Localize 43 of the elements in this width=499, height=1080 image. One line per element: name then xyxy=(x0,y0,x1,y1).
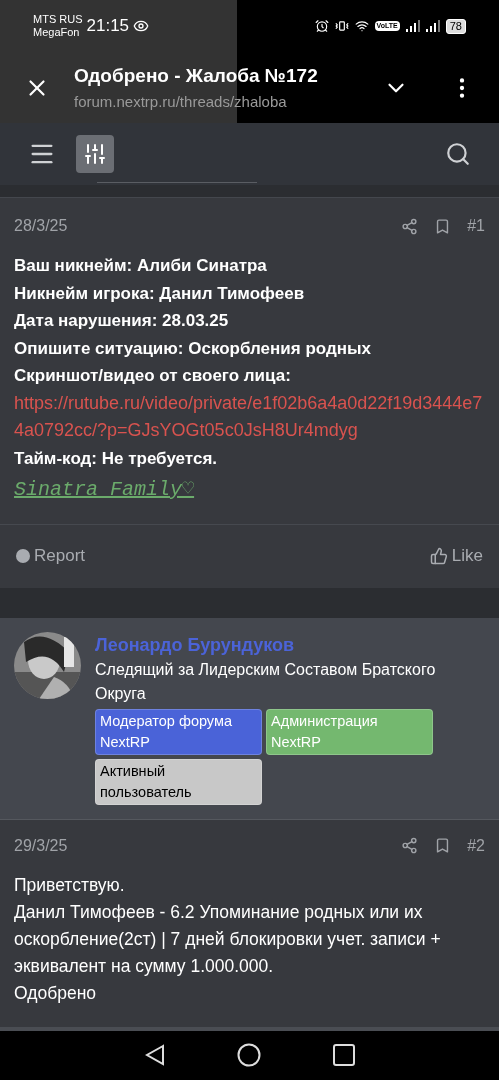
video-link[interactable]: https://rutube.ru/video/private/e1f02b6a4a0d22f19d3444e74a0792cc/?p=GJsYOGt05c0JsH8Ur4mdyg xyxy=(14,389,485,445)
signal-icon xyxy=(425,20,440,32)
post-text: Одобрено xyxy=(14,981,98,1005)
post-date: 28/3/25 xyxy=(14,216,68,237)
home-icon[interactable] xyxy=(236,1043,261,1068)
clock: 21:15 xyxy=(86,15,130,38)
post-text: Приветствую. xyxy=(14,873,126,897)
user-badge: Модератор форума NextRP xyxy=(95,708,262,755)
carrier-name: MTS RUS xyxy=(33,13,83,26)
user-badge: Активный пользователь xyxy=(95,758,262,805)
vibrate-icon xyxy=(334,19,349,33)
page-url: forum.nextrp.ru/threads/zhaloba xyxy=(74,91,288,112)
filter-button[interactable] xyxy=(76,134,114,173)
author-title: Следящий за Лидерским Составом Братского Округа xyxy=(95,659,437,704)
sliders-icon xyxy=(83,141,107,166)
signal-icon xyxy=(405,20,420,32)
post-text: Тайм-код: Не требуется. xyxy=(14,447,219,470)
eye-icon xyxy=(133,18,150,34)
signature: Sinatra Family♡ xyxy=(14,477,196,504)
share-icon[interactable] xyxy=(401,217,419,235)
carrier-name: MegaFon xyxy=(33,26,81,39)
page-title: Одобрено - Жалоба №172 xyxy=(74,64,319,88)
alarm-icon xyxy=(314,19,329,33)
post-text: Ваш никнейм: Алиби Синатра xyxy=(14,255,268,278)
thumbs-up-icon xyxy=(429,547,448,566)
wifi-icon xyxy=(354,19,369,33)
search-icon[interactable] xyxy=(445,140,471,167)
report-button[interactable]: Report xyxy=(16,543,86,569)
post-number[interactable]: #1 xyxy=(467,214,485,239)
user-badge: Администрация NextRP xyxy=(266,708,433,755)
post-text: Дата нарушения: 28.03.25 xyxy=(14,310,230,333)
post-text: Данил Тимофеев - 6.2 Упоминание родных или их оскорбление(2ст) | 7 дней блокировки учет. записи + эквивалент на сумму 1.000.000. xyxy=(14,900,442,978)
post-text: Никнейм игрока: Данил Тимофеев xyxy=(14,282,306,305)
share-icon[interactable] xyxy=(401,837,419,855)
alert-icon xyxy=(16,549,30,564)
like-button[interactable]: Like xyxy=(429,543,483,569)
post-text: Опишите ситуацию: Оскорбления родных xyxy=(14,337,372,360)
recents-icon[interactable] xyxy=(332,1044,355,1067)
post-text: Скриншот/видео от своего лица: xyxy=(14,365,292,388)
battery-indicator: 78 xyxy=(445,18,466,34)
post-date: 29/3/25 xyxy=(14,835,68,856)
post-number[interactable]: #2 xyxy=(467,833,485,858)
back-icon[interactable] xyxy=(144,1044,165,1067)
